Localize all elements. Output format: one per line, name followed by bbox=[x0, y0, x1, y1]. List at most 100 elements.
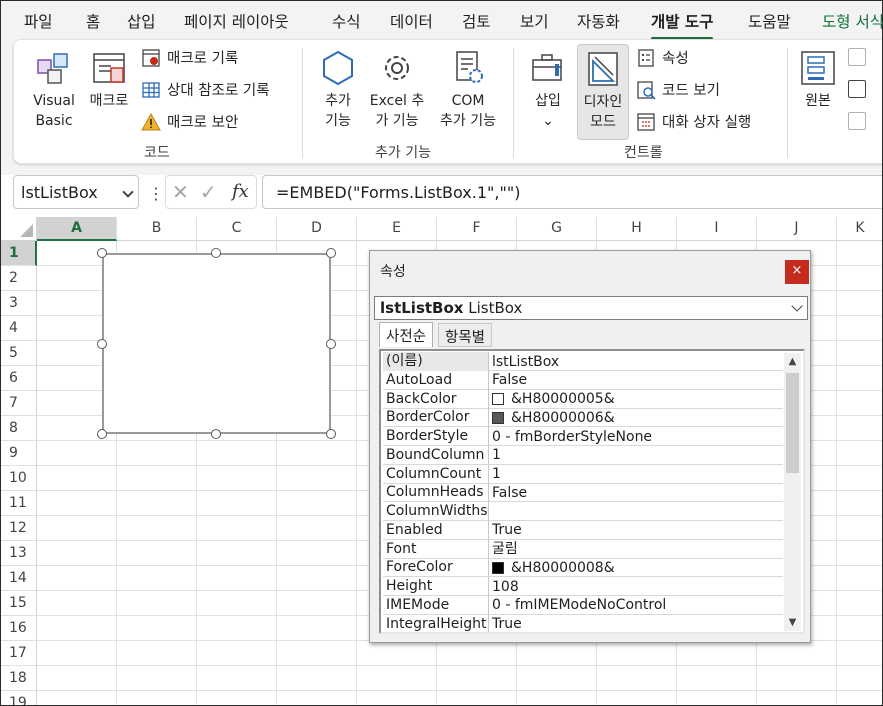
relative-refs-button[interactable]: 상대 참조로 기록 bbox=[141, 79, 270, 100]
resize-handle-bottom[interactable] bbox=[211, 429, 221, 439]
property-name[interactable]: BoundColumn bbox=[383, 445, 489, 465]
property-name[interactable]: ColumnCount bbox=[383, 464, 489, 484]
row-header[interactable]: 2 bbox=[1, 266, 37, 291]
property-value[interactable]: 1 bbox=[492, 465, 782, 484]
com-addins-button[interactable]: COM 추가 기능 bbox=[433, 48, 503, 131]
tab-insert[interactable]: 삽입 bbox=[127, 10, 156, 32]
property-row[interactable]: ColumnHeads False bbox=[383, 483, 783, 503]
tab-categorized[interactable]: 항목별 bbox=[438, 323, 493, 347]
run-dialog-button[interactable]: 대화 상자 실행 bbox=[636, 111, 751, 132]
property-row[interactable]: Font 굴림 bbox=[383, 539, 783, 559]
tab-view[interactable]: 보기 bbox=[520, 10, 549, 32]
column-header[interactable]: H bbox=[597, 217, 677, 241]
resize-handle-top[interactable] bbox=[211, 248, 221, 258]
column-header[interactable]: J bbox=[757, 217, 837, 241]
property-name[interactable]: BackColor bbox=[383, 389, 489, 409]
scroll-up-icon[interactable]: ▲ bbox=[784, 353, 801, 370]
column-header[interactable]: I bbox=[677, 217, 757, 241]
design-mode-button[interactable]: 디자인 모드 bbox=[577, 44, 629, 140]
property-value[interactable]: 0 - fmBorderStyleNone bbox=[492, 427, 782, 446]
property-name[interactable]: IntegralHeight bbox=[383, 614, 489, 632]
column-header[interactable]: F bbox=[437, 217, 517, 241]
property-row[interactable]: BackColor &H80000005& bbox=[383, 389, 783, 409]
tab-help[interactable]: 도움말 bbox=[748, 10, 791, 32]
property-value[interactable]: False bbox=[492, 371, 782, 390]
record-macro-button[interactable]: 매크로 기록 bbox=[141, 47, 238, 68]
more-options-icon[interactable]: ⋮ bbox=[148, 184, 164, 203]
property-name[interactable]: (이름) bbox=[383, 352, 489, 371]
property-name[interactable]: Font bbox=[383, 539, 489, 559]
properties-button[interactable]: 속성 bbox=[636, 47, 689, 68]
visual-basic-button[interactable]: Visual Basic bbox=[30, 48, 78, 131]
property-row[interactable]: IntegralHeight True bbox=[383, 614, 783, 632]
row-header[interactable]: 9 bbox=[1, 441, 37, 466]
column-header[interactable]: D bbox=[277, 217, 357, 241]
row-header[interactable]: 11 bbox=[1, 491, 37, 516]
property-name[interactable]: ForeColor bbox=[383, 558, 489, 578]
row-header[interactable]: 8 bbox=[1, 416, 37, 441]
property-name[interactable]: IMEMode bbox=[383, 595, 489, 615]
tab-developer[interactable]: 개발 도구 bbox=[651, 10, 714, 40]
property-row[interactable]: Height 108 bbox=[383, 577, 783, 596]
property-value[interactable]: True bbox=[492, 521, 782, 540]
property-value[interactable]: 굴림 bbox=[492, 540, 782, 559]
property-value[interactable]: &H80000006& bbox=[492, 408, 782, 427]
resize-handle-bottom-left[interactable] bbox=[97, 429, 107, 439]
row-header[interactable]: 7 bbox=[1, 391, 37, 416]
column-header[interactable]: B bbox=[117, 217, 197, 241]
row-header[interactable]: 6 bbox=[1, 366, 37, 391]
property-row[interactable]: IMEMode 0 - fmIMEModeNoControl bbox=[383, 595, 783, 615]
tab-automate[interactable]: 자동화 bbox=[577, 10, 620, 32]
row-header[interactable]: 5 bbox=[1, 341, 37, 366]
view-code-button[interactable]: 코드 보기 bbox=[636, 79, 720, 100]
addins-button[interactable]: 추가 기능 bbox=[315, 48, 361, 131]
scroll-down-icon[interactable]: ▼ bbox=[784, 614, 801, 631]
scroll-thumb[interactable] bbox=[786, 373, 799, 473]
row-header[interactable]: 15 bbox=[1, 591, 37, 616]
row-header[interactable]: 1 bbox=[1, 241, 37, 266]
property-row[interactable]: (이름) lstListBox bbox=[383, 352, 783, 371]
property-row[interactable]: BorderColor &H80000006& bbox=[383, 408, 783, 428]
column-header[interactable]: C bbox=[197, 217, 277, 241]
property-name[interactable]: BorderStyle bbox=[383, 427, 489, 446]
property-value[interactable]: 0 - fmIMEModeNoControl bbox=[492, 596, 782, 615]
property-name[interactable]: Height bbox=[383, 577, 489, 596]
column-header[interactable]: G bbox=[517, 217, 597, 241]
row-header[interactable]: 3 bbox=[1, 291, 37, 316]
macros-button[interactable]: 매크로 bbox=[84, 48, 134, 111]
property-row[interactable]: ForeColor &H80000008& bbox=[383, 558, 783, 578]
resize-handle-top-left[interactable] bbox=[97, 248, 107, 258]
insert-function-icon[interactable]: fx bbox=[232, 181, 249, 202]
name-box[interactable]: lstListBox bbox=[13, 175, 139, 209]
row-header[interactable]: 16 bbox=[1, 616, 37, 641]
listbox-control[interactable] bbox=[102, 253, 331, 434]
tab-file[interactable]: 파일 bbox=[24, 10, 53, 32]
insert-control-button[interactable]: 삽입 ⌄ bbox=[525, 48, 571, 131]
property-row[interactable]: AutoLoad False bbox=[383, 370, 783, 390]
row-header[interactable]: 17 bbox=[1, 641, 37, 666]
property-value[interactable]: &H80000008& bbox=[492, 558, 782, 577]
enter-icon[interactable]: ✓ bbox=[200, 180, 217, 204]
tab-review[interactable]: 검토 bbox=[462, 10, 491, 32]
formula-input[interactable]: =EMBED("Forms.ListBox.1","") bbox=[262, 175, 882, 209]
tab-alphabetic[interactable]: 사전순 bbox=[379, 322, 434, 347]
row-header[interactable]: 18 bbox=[1, 666, 37, 691]
tab-shape-format[interactable]: 도형 서식 bbox=[822, 10, 882, 32]
row-header[interactable]: 13 bbox=[1, 541, 37, 566]
row-header[interactable]: 12 bbox=[1, 516, 37, 541]
property-name[interactable]: BorderColor bbox=[383, 408, 489, 428]
macro-security-button[interactable]: 매크로 보안 bbox=[141, 111, 238, 132]
resize-handle-bottom-right[interactable] bbox=[326, 429, 336, 439]
resize-handle-top-right[interactable] bbox=[326, 248, 336, 258]
property-row[interactable]: ColumnCount 1 bbox=[383, 464, 783, 484]
tab-formulas[interactable]: 수식 bbox=[332, 10, 361, 32]
row-header[interactable]: 14 bbox=[1, 566, 37, 591]
resize-handle-left[interactable] bbox=[97, 339, 107, 349]
property-value[interactable] bbox=[492, 502, 782, 521]
column-header[interactable]: K bbox=[837, 217, 882, 241]
chevron-down-icon[interactable] bbox=[122, 186, 134, 198]
property-value[interactable]: 108 bbox=[492, 577, 782, 596]
map-properties-icon[interactable] bbox=[848, 48, 866, 66]
property-value[interactable]: lstListBox bbox=[492, 352, 782, 371]
row-header[interactable]: 19 bbox=[1, 691, 37, 705]
